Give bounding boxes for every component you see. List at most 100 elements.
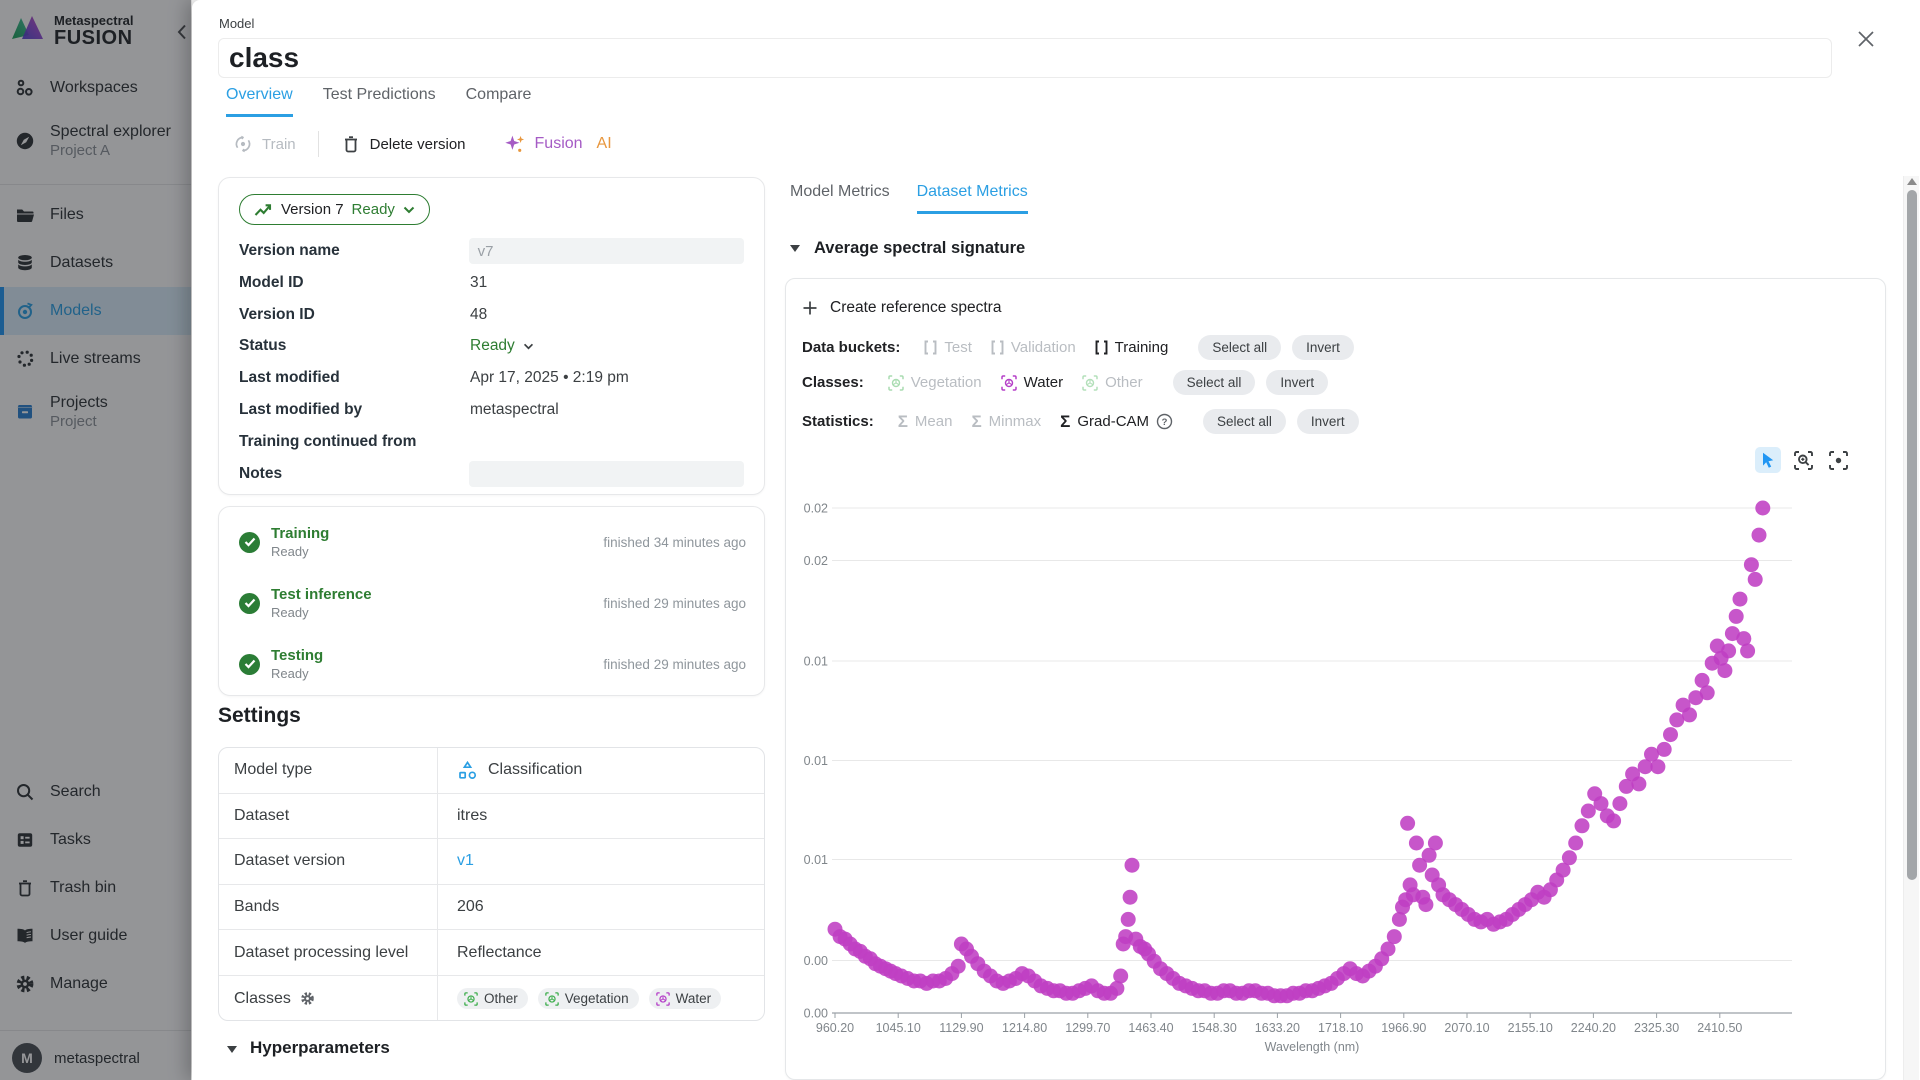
settings-label-text: Dataset processing level: [234, 944, 408, 962]
version-pill-status: Ready: [352, 201, 395, 218]
data-point: [1606, 813, 1621, 828]
classes-option-label: Water: [1024, 374, 1063, 391]
tab-model-metrics[interactable]: Model Metrics: [790, 183, 890, 214]
statistics-invert-button[interactable]: Invert: [1297, 409, 1359, 434]
tab-dataset-metrics[interactable]: Dataset Metrics: [917, 183, 1028, 214]
scrollbar-thumb[interactable]: [1907, 190, 1917, 880]
data-point: [1755, 501, 1770, 516]
bracket-icon: [1095, 340, 1108, 355]
settings-value-text: Classification: [488, 761, 582, 779]
settings-row-label: Bands: [219, 885, 438, 930]
model-kicker: Model: [219, 16, 254, 31]
statistics-option-grad-cam[interactable]: ΣGrad-CAM?: [1060, 412, 1173, 432]
reset-view-icon[interactable]: [1825, 447, 1851, 473]
version-selector[interactable]: Version 7Ready: [239, 194, 430, 225]
settings-label-text: Dataset: [234, 807, 289, 825]
classes-option-water[interactable]: Water: [1001, 374, 1063, 391]
classes-option-other[interactable]: Other: [1082, 374, 1143, 391]
version-row-label: Notes: [239, 465, 469, 483]
data-point: [1387, 929, 1402, 944]
tab-test-predictions[interactable]: Test Predictions: [323, 86, 436, 117]
data-buckets-option-test[interactable]: Test: [924, 339, 972, 356]
data-point: [1729, 609, 1744, 624]
check-circle-icon: [239, 654, 260, 675]
status-select[interactable]: Ready: [470, 337, 534, 355]
scrollbar-track[interactable]: [1903, 176, 1919, 1080]
pipeline-finished: finished 29 minutes ago: [603, 657, 746, 672]
statistics-option-label: Grad-CAM: [1077, 413, 1149, 430]
data-point: [1428, 836, 1443, 851]
statistics-label: Statistics:: [802, 413, 874, 430]
create-reference-spectra-button[interactable]: Create reference spectra: [802, 299, 1001, 317]
train-button[interactable]: Train: [233, 134, 296, 154]
tab-overview[interactable]: Overview: [226, 86, 293, 117]
box-zoom-icon[interactable]: [1790, 447, 1816, 473]
settings-value-text: itres: [457, 807, 487, 825]
chart-label: 0.00: [804, 1007, 828, 1021]
version-row-input[interactable]: v7: [469, 238, 744, 264]
class-icon: [545, 992, 559, 1006]
version-row-label: Training continued from: [239, 433, 470, 451]
version-row-value: Apr 17, 2025 • 2:19 pm: [470, 369, 629, 387]
data-buckets-invert-button[interactable]: Invert: [1292, 335, 1354, 360]
version-row-input[interactable]: [469, 461, 744, 487]
sigma-icon: Σ: [971, 412, 981, 432]
settings-table: Model typeClassificationDatasetitresData…: [218, 747, 765, 1021]
version-row: Version namev7: [239, 236, 744, 266]
class-icon: [464, 992, 478, 1006]
fusion-ai-label-1: Fusion: [535, 135, 583, 153]
data-buckets-option-training[interactable]: Training: [1095, 339, 1169, 356]
modal-backdrop[interactable]: [0, 0, 191, 1080]
data-buckets-label: Data buckets:: [802, 339, 900, 356]
chart-label: 2325.30: [1634, 1021, 1679, 1035]
data-point: [1575, 818, 1590, 833]
data-point: [1650, 759, 1665, 774]
statistics-select-all-button[interactable]: Select all: [1203, 409, 1286, 434]
data-buckets-select-all-button[interactable]: Select all: [1198, 335, 1281, 360]
close-icon[interactable]: [1855, 28, 1877, 50]
data-point: [1752, 528, 1767, 543]
scrollbar-up-arrow[interactable]: [1907, 178, 1917, 185]
data-point: [1631, 776, 1646, 791]
classes-select-all-button[interactable]: Select all: [1173, 370, 1256, 395]
data-point: [1721, 643, 1736, 658]
hyperparameters-toggle[interactable]: Hyperparameters: [227, 1038, 390, 1058]
data-buckets-option-validation[interactable]: Validation: [991, 339, 1076, 356]
chart-label: 1718.10: [1318, 1021, 1363, 1035]
delete-version-label: Delete version: [370, 136, 466, 153]
data-point: [1121, 912, 1136, 927]
statistics-option-mean[interactable]: ΣMean: [898, 412, 953, 432]
delete-version-button[interactable]: Delete version: [341, 134, 466, 154]
plus-icon: [802, 300, 818, 316]
dataset-version-link[interactable]: v1: [457, 852, 474, 870]
gear-icon: [300, 991, 315, 1006]
classes-option-vegetation[interactable]: Vegetation: [888, 374, 982, 391]
scatter-chart[interactable]: 0.020.020.010.010.010.000.00960.201045.1…: [802, 471, 1872, 1071]
version-card: Version 7ReadyVersion namev7Model ID31Ve…: [218, 177, 765, 495]
avg-spectral-signature-toggle[interactable]: Average spectral signature: [790, 239, 1025, 258]
settings-row: ClassesOtherVegetationWater: [219, 976, 764, 1021]
version-row: Training continued from: [239, 427, 744, 457]
sigma-icon: Σ: [898, 412, 908, 432]
screen: Metaspectral FUSION WorkspacesSpectral e…: [0, 0, 1920, 1080]
fusion-ai-button[interactable]: Fusion AI: [503, 133, 612, 156]
pointer-tool-icon[interactable]: [1755, 447, 1781, 473]
version-row: Notes: [239, 459, 744, 489]
model-title-input[interactable]: class: [218, 38, 1832, 78]
chart-label: 2070.10: [1444, 1021, 1489, 1035]
pipeline-status-card: TrainingReadyfinished 34 minutes agoTest…: [218, 506, 765, 696]
chart-label: 1463.40: [1128, 1021, 1173, 1035]
chart-label: 2240.20: [1571, 1021, 1616, 1035]
statistics-option-label: Minmax: [989, 413, 1042, 430]
bracket-icon: [991, 340, 1004, 355]
statistics-option-minmax[interactable]: Σ Minmax: [971, 412, 1041, 432]
pipeline-status: Ready: [271, 544, 329, 559]
version-row: Version ID48: [239, 300, 744, 330]
version-row-value: 31: [470, 274, 487, 292]
classes-invert-button[interactable]: Invert: [1266, 370, 1328, 395]
class-chip-label: Water: [676, 991, 712, 1006]
chart-label: 0.01: [804, 754, 828, 768]
data-point: [1568, 836, 1583, 851]
svg-text:?: ?: [1162, 417, 1168, 428]
tab-compare[interactable]: Compare: [466, 86, 532, 117]
